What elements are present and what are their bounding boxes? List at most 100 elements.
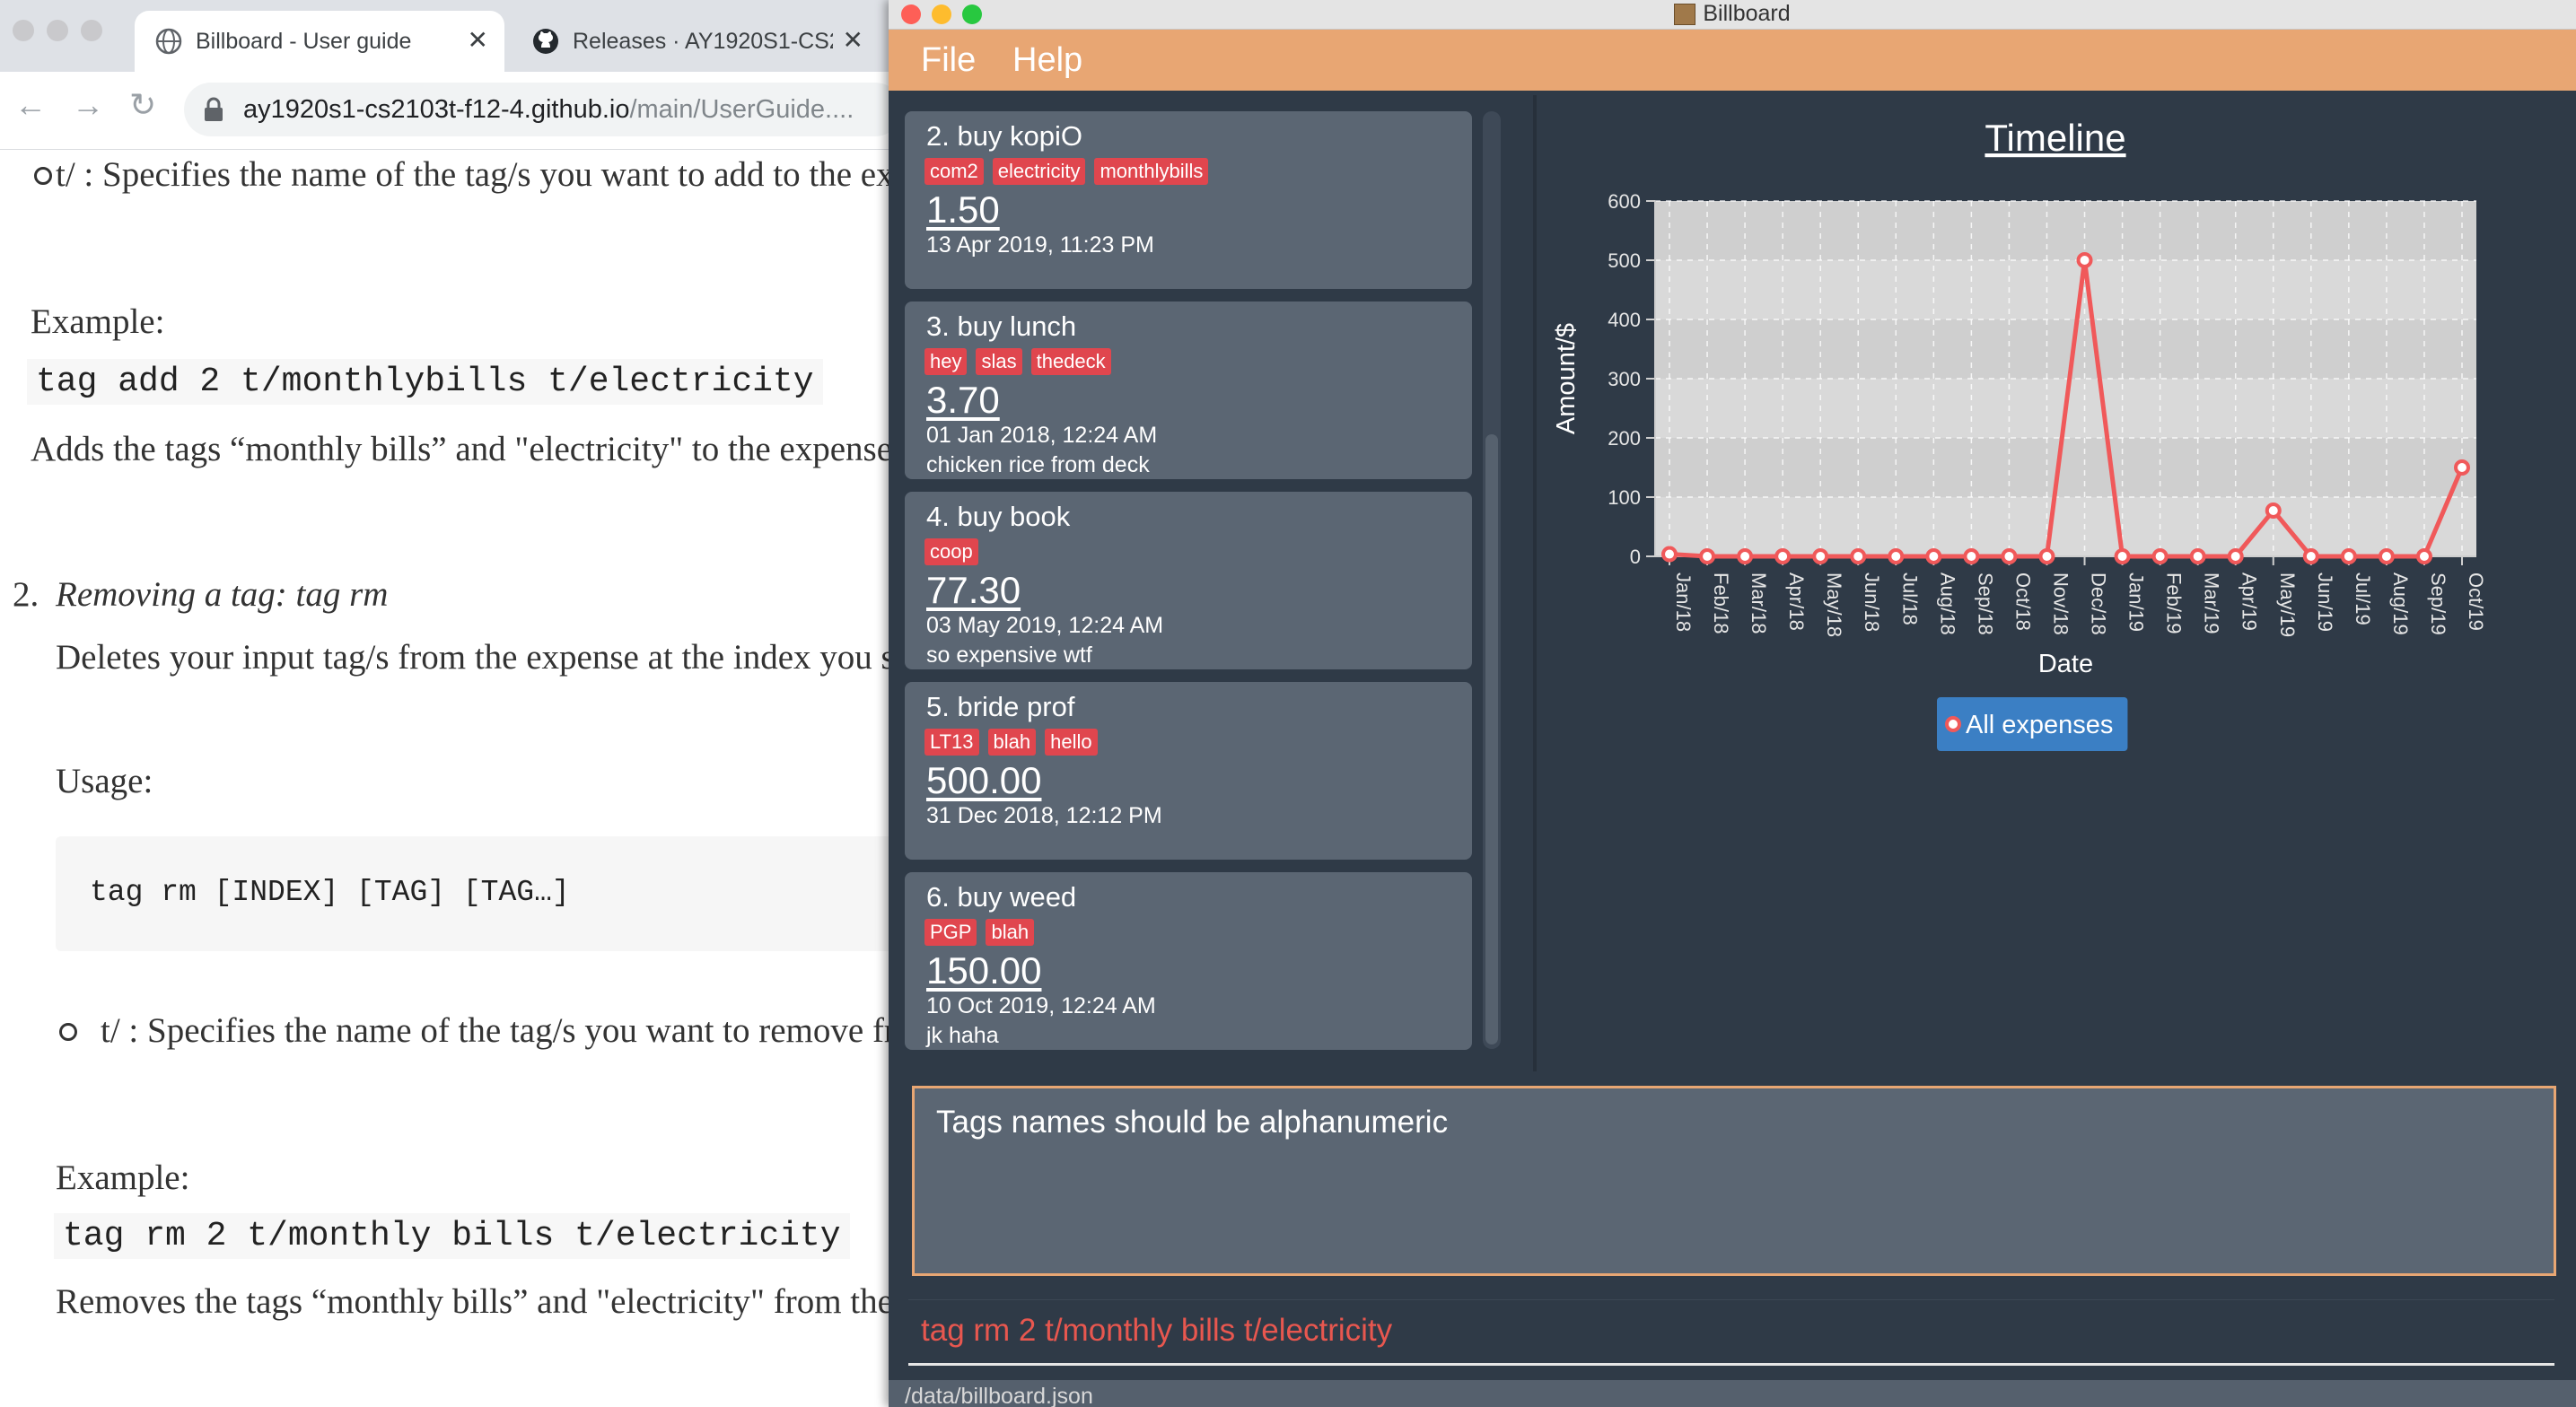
x-axis-label: Date	[2038, 650, 2093, 678]
close-tab-icon[interactable]: ✕	[843, 25, 863, 55]
y-tick-label: 100	[1608, 486, 1641, 509]
tab-title: Releases · AY1920S1-CS2103T-F12-4/main	[573, 29, 833, 54]
plot-band	[1655, 438, 2476, 497]
tag-badge: LT13	[924, 729, 979, 756]
tab-title: Billboard - User guide	[196, 29, 412, 54]
url-field[interactable]: ay1920s1-cs2103t-f12-4.github.io/main/Us…	[184, 83, 893, 136]
browser-tab-bar: Billboard - User guide ✕ Releases · AY19…	[0, 0, 893, 72]
tag-badge: blah	[987, 729, 1037, 756]
tab-releases[interactable]: Releases · AY1920S1-CS2103T-F12-4/main ✕	[512, 11, 880, 72]
tag-badge: thedeck	[1030, 348, 1111, 375]
data-point	[2378, 548, 2395, 564]
expense-title: 6. buy weed	[926, 881, 1077, 913]
billboard-window: Billboard File Help 2. buy kopiO com2 ele…	[889, 0, 2576, 1407]
window-title-bar: Billboard	[889, 0, 2576, 30]
tag-badge: hello	[1045, 729, 1098, 756]
tag-badge: monthlybills	[1094, 158, 1209, 185]
data-point	[2114, 548, 2131, 564]
url-path: /main/UserGuide....	[629, 95, 854, 124]
forward-arrow-icon[interactable]: →	[72, 86, 104, 124]
expense-card[interactable]: 4. buy book coop 77.30 03 May 2019, 12:2…	[905, 492, 1472, 669]
expense-amount: 500.00	[926, 759, 1042, 801]
y-tick-label: 0	[1630, 546, 1641, 568]
timeline-chart: 0 100 200 300 400 500 600 Jan/18 Feb/18 Mar/18 Apr…	[1538, 100, 2571, 791]
expense-tags: hey slas thedeck	[924, 348, 1120, 379]
y-axis-label: Amount/$	[1552, 323, 1581, 434]
y-tick-label: 200	[1608, 427, 1641, 450]
tag-badge: blah	[986, 919, 1035, 946]
x-tick-label: Sep/19	[2427, 572, 2449, 635]
close-window-button-inactive[interactable]	[13, 20, 34, 41]
x-tick-label: Oct/19	[2465, 572, 2487, 631]
back-arrow-icon[interactable]: ←	[14, 86, 47, 124]
data-point	[2227, 548, 2244, 564]
status-bar: /data/billboard.json	[889, 1380, 2576, 1407]
url-text: ay1920s1-cs2103t-f12-4.github.io/main/Us…	[243, 95, 854, 125]
x-tick-label: Feb/19	[2163, 572, 2186, 634]
data-point	[1774, 548, 1792, 564]
expense-card[interactable]: 3. buy lunch hey slas thedeck 3.70 01 Jan …	[905, 302, 1472, 479]
expense-tags: coop	[924, 538, 987, 569]
data-point	[2001, 548, 2018, 564]
menu-bar: File Help	[889, 30, 2576, 91]
zoom-window-button-inactive[interactable]	[81, 20, 102, 41]
x-tick-label: Oct/18	[2011, 572, 2034, 631]
command-input[interactable]: tag rm 2 t/monthly bills t/electricity	[908, 1299, 2554, 1366]
browser-window: Billboard - User guide ✕ Releases · AY19…	[0, 0, 893, 1407]
x-tick-label: Jul/19	[2352, 572, 2374, 625]
expense-date: 01 Jan 2018, 12:24 AM	[926, 423, 1158, 448]
window-title-text: Billboard	[1703, 1, 1791, 26]
data-point	[1925, 548, 1942, 564]
data-point	[2189, 548, 2206, 564]
command-text: tag rm 2 t/monthly bills t/electricity	[921, 1313, 1393, 1348]
expense-amount: 1.50	[926, 188, 1000, 231]
expense-card[interactable]: 5. bride prof LT13 blah hello 500.00 31 De…	[905, 682, 1472, 860]
x-tick-label: Jul/18	[1898, 572, 1921, 625]
expense-description: jk haha	[926, 1023, 999, 1048]
tab-user-guide[interactable]: Billboard - User guide ✕	[135, 11, 504, 72]
expense-list[interactable]: 2. buy kopiO com2 electricity monthlybills…	[898, 100, 1501, 1054]
github-icon	[533, 29, 558, 54]
x-tick-label: Jun/18	[1861, 572, 1883, 632]
menu-file[interactable]: File	[921, 41, 976, 80]
tag-badge: electricity	[992, 158, 1086, 185]
data-point	[1812, 548, 1829, 564]
expense-amount: 77.30	[926, 569, 1021, 611]
chart-title: Timeline	[1985, 117, 2125, 159]
x-tick-label: Nov/18	[2049, 572, 2072, 635]
window-title: Billboard	[889, 1, 2576, 27]
minimize-window-button-inactive[interactable]	[47, 20, 68, 41]
x-tick-label: Dec/18	[2088, 572, 2110, 635]
reload-icon[interactable]: ↻	[129, 86, 156, 124]
split-pane-divider[interactable]	[1533, 95, 1537, 1071]
expense-card[interactable]: 6. buy weed PGP blah 150.00 10 Oct 2019, …	[905, 872, 1472, 1050]
list-scrollbar[interactable]	[1483, 111, 1501, 1049]
result-text: Tags names should be alphanumeric	[936, 1105, 1449, 1140]
x-tick-label: Aug/19	[2389, 572, 2412, 635]
x-tick-label: Apr/19	[2239, 572, 2261, 631]
expense-title: 5. bride prof	[926, 691, 1075, 722]
expense-title: 2. buy kopiO	[926, 120, 1083, 152]
x-tick-label: May/18	[1823, 572, 1845, 637]
expense-date: 03 May 2019, 12:24 AM	[926, 613, 1164, 638]
x-tick-label: Aug/18	[1936, 572, 1958, 635]
expense-amount: 150.00	[926, 949, 1042, 992]
expense-tags: LT13 blah hello	[924, 729, 1107, 759]
x-tick-label: Apr/18	[1785, 572, 1808, 631]
close-tab-icon[interactable]: ✕	[468, 25, 488, 55]
expense-card[interactable]: 2. buy kopiO com2 electricity monthlybills…	[905, 111, 1472, 289]
expense-tags: PGP blah	[924, 919, 1043, 949]
scrollbar-thumb[interactable]	[1485, 434, 1498, 1044]
timeline-chart-svg: 0 100 200 300 400 500 600 Jan/18 Feb/18 Mar/18 Apr…	[1552, 117, 2487, 751]
data-point	[1963, 548, 1980, 564]
menu-help[interactable]: Help	[1012, 41, 1082, 80]
data-point	[1737, 548, 1754, 564]
x-tick-label: Jan/19	[2125, 572, 2148, 632]
y-tick-label: 600	[1608, 190, 1641, 213]
tag-badge: PGP	[924, 919, 977, 946]
data-point	[2076, 252, 2093, 268]
data-point	[1850, 548, 1867, 564]
y-tick-label: 300	[1608, 368, 1641, 390]
url-host: ay1920s1-cs2103t-f12-4.github.io	[243, 95, 630, 124]
expense-date: 31 Dec 2018, 12:12 PM	[926, 803, 1162, 828]
